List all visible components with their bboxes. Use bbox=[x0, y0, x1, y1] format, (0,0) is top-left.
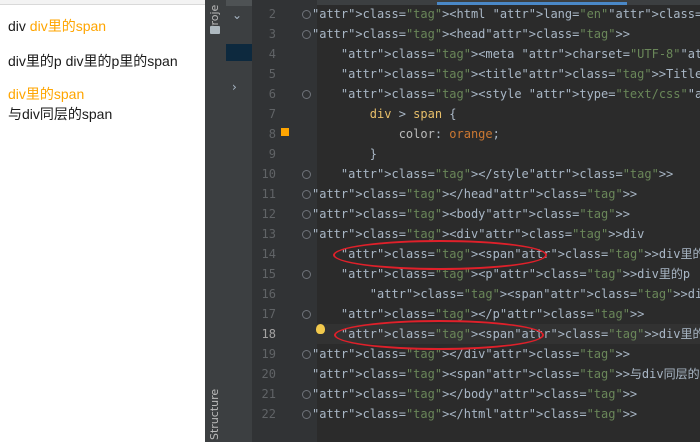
line-number: 15 bbox=[261, 267, 276, 281]
fold-marker-icon[interactable] bbox=[302, 410, 311, 419]
fold-marker-icon[interactable] bbox=[302, 90, 311, 99]
code-line[interactable]: div > span { bbox=[312, 104, 457, 124]
line-number: 11 bbox=[261, 187, 276, 201]
fold-marker-icon[interactable] bbox=[302, 10, 311, 19]
preview-line-1-plain: div bbox=[8, 18, 30, 34]
fold-marker-icon[interactable] bbox=[302, 190, 311, 199]
line-number: 3 bbox=[268, 27, 276, 41]
code-line[interactable]: "attr">class="tag"><span"attr">class="ta… bbox=[312, 364, 700, 384]
fold-marker-icon[interactable] bbox=[302, 210, 311, 219]
fold-marker-icon[interactable] bbox=[302, 310, 311, 319]
preview-line-3-orange-span: div里的span bbox=[8, 86, 85, 102]
code-line[interactable]: "attr">class="tag"><meta "attr">charset=… bbox=[312, 44, 700, 64]
code-line[interactable]: "attr">class="tag"><body"attr">class="ta… bbox=[312, 204, 630, 224]
code-line[interactable]: "attr">class="tag"></head"attr">class="t… bbox=[312, 184, 637, 204]
structure-tool-tab[interactable]: Structure bbox=[208, 389, 221, 440]
line-number: 16 bbox=[261, 287, 276, 301]
fold-marker-icon[interactable] bbox=[302, 350, 311, 359]
code-line[interactable]: "attr">class="tag"><title"attr">class="t… bbox=[312, 64, 700, 84]
line-number: 21 bbox=[261, 387, 276, 401]
preview-line-1-orange-span: div里的span bbox=[29, 18, 107, 34]
code-editor-window: Proje Structure ⌄ › 2 3 4 5 6 7 8 9 10 1… bbox=[205, 0, 700, 442]
code-line[interactable]: "attr">class="tag"><style "attr">type="t… bbox=[312, 84, 700, 104]
line-number: 14 bbox=[261, 247, 276, 261]
preview-top-edge bbox=[0, 0, 205, 5]
line-number: 2 bbox=[268, 7, 276, 21]
line-number: 19 bbox=[261, 347, 276, 361]
line-number: 6 bbox=[268, 87, 276, 101]
code-line[interactable]: "attr">class="tag"></body"attr">class="t… bbox=[312, 384, 637, 404]
project-selected-row[interactable] bbox=[226, 44, 252, 61]
code-line[interactable]: color: orange; bbox=[312, 124, 500, 144]
fold-marker-icon[interactable] bbox=[302, 270, 311, 279]
project-panel-header bbox=[226, 0, 252, 6]
line-number: 9 bbox=[268, 147, 276, 161]
line-number: 20 bbox=[261, 367, 276, 381]
line-number: 12 bbox=[261, 207, 276, 221]
code-line[interactable]: "attr">class="tag"><span"attr">class="ta… bbox=[312, 284, 700, 304]
fold-marker-icon[interactable] bbox=[302, 170, 311, 179]
code-line[interactable]: "attr">class="tag"><head"attr">class="ta… bbox=[312, 24, 630, 44]
code-line[interactable]: "attr">class="tag"></html"attr">class="t… bbox=[312, 404, 637, 424]
project-panel: ⌄ › bbox=[226, 0, 252, 442]
preview-line-4: 与div同层的span bbox=[8, 106, 113, 122]
color-swatch-icon[interactable] bbox=[281, 128, 289, 136]
annotation-ellipse-line-18 bbox=[334, 320, 544, 350]
annotation-ellipse-line-14 bbox=[333, 240, 547, 270]
line-number: 10 bbox=[261, 167, 276, 181]
fold-marker-icon[interactable] bbox=[302, 230, 311, 239]
browser-preview: div div里的span div里的p div里的p里的span div里的s… bbox=[0, 0, 205, 442]
preview-line-1: div div里的span bbox=[8, 16, 106, 36]
left-tool-strip: Proje Structure bbox=[205, 0, 227, 442]
preview-line-2: div里的p div里的p里的span bbox=[8, 53, 178, 69]
code-line[interactable]: } bbox=[312, 144, 377, 164]
fold-marker-icon[interactable] bbox=[302, 390, 311, 399]
line-number: 7 bbox=[268, 107, 276, 121]
code-line[interactable]: "attr">class="tag"><html "attr">lang="en… bbox=[312, 4, 700, 24]
chevron-right-icon[interactable]: › bbox=[232, 80, 237, 94]
fold-marker-icon[interactable] bbox=[302, 30, 311, 39]
chevron-down-icon[interactable]: ⌄ bbox=[232, 8, 242, 22]
line-number: 5 bbox=[268, 67, 276, 81]
code-line[interactable]: "attr">class="tag"></style"attr">class="… bbox=[312, 164, 673, 184]
line-number: 13 bbox=[261, 227, 276, 241]
line-number: 4 bbox=[268, 47, 276, 61]
line-number: 8 bbox=[268, 127, 276, 141]
line-number: 17 bbox=[261, 307, 276, 321]
folder-icon bbox=[210, 26, 220, 34]
line-number: 22 bbox=[261, 407, 276, 421]
line-number-current: 18 bbox=[261, 327, 276, 341]
